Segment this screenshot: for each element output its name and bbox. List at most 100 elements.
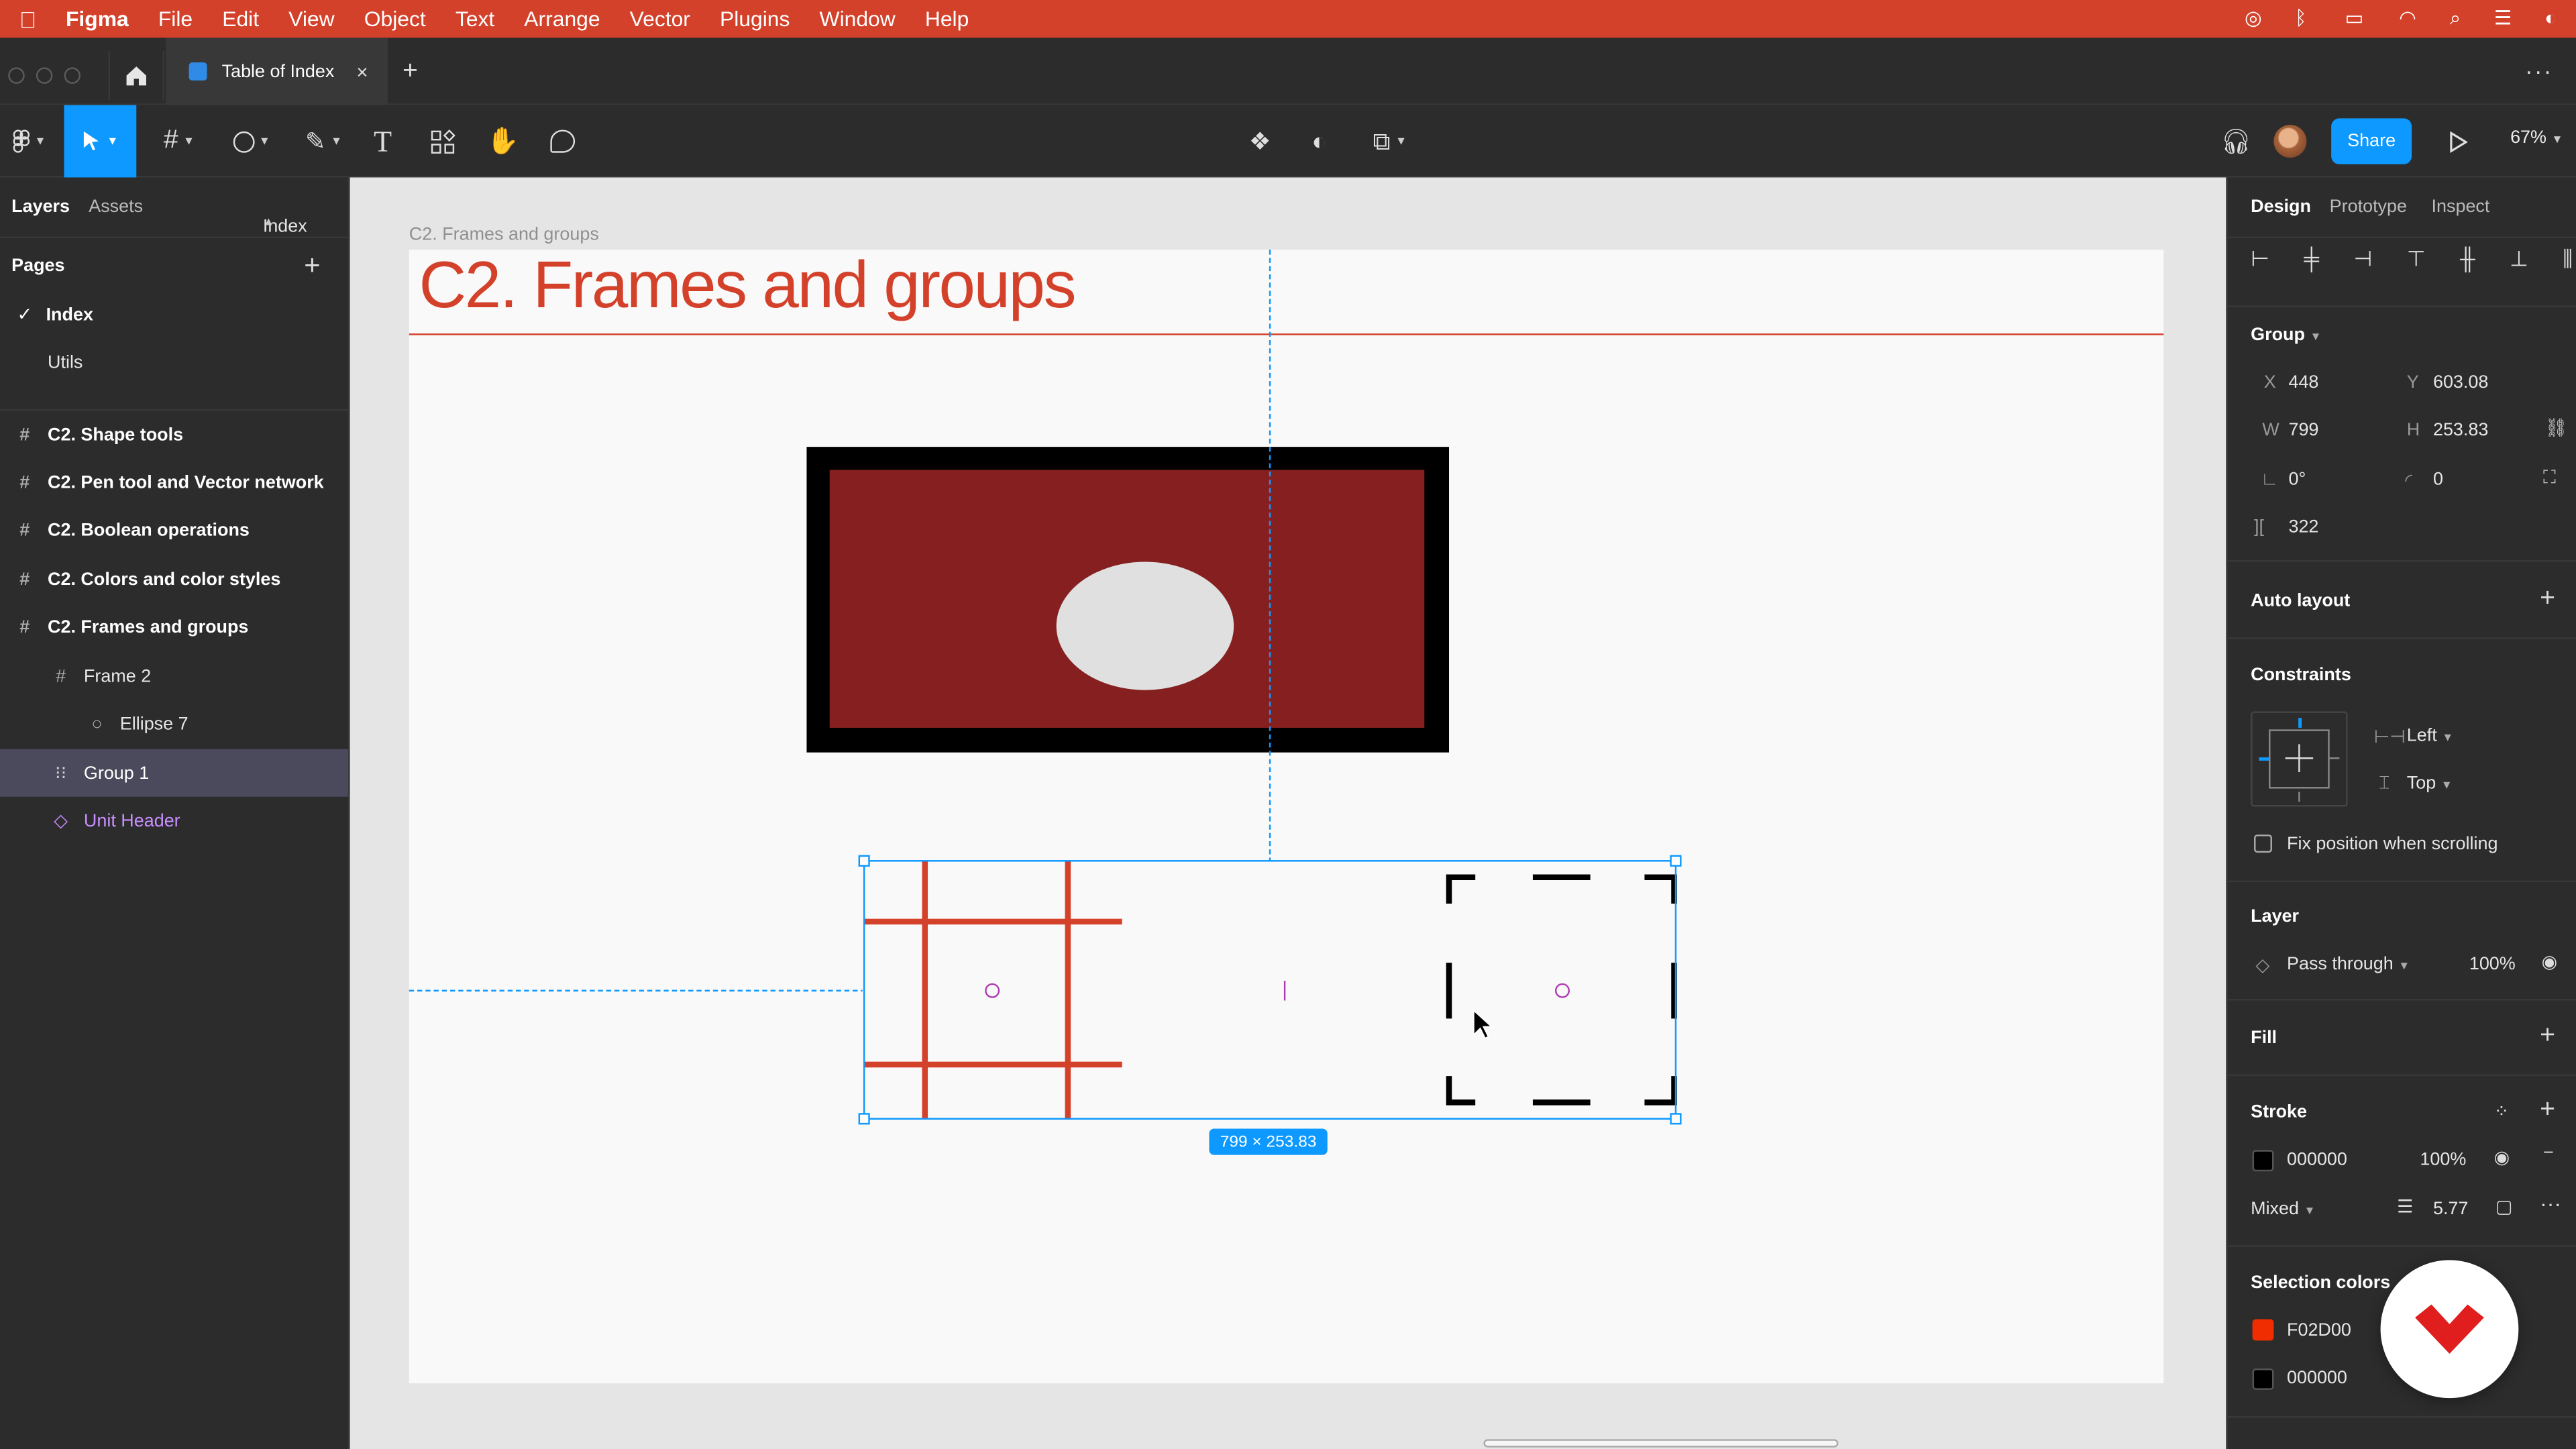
- close-window-button[interactable]: [8, 67, 25, 84]
- stroke-color-input[interactable]: 000000: [2287, 1150, 2347, 1169]
- stroke-styles-icon[interactable]: ⁘: [2494, 1101, 2510, 1122]
- spacing-input[interactable]: 322: [2288, 517, 2318, 537]
- selection-color-swatch[interactable]: [2252, 1319, 2274, 1341]
- independent-corners-icon[interactable]: ⛶: [2543, 468, 2556, 490]
- layer-item-frame-2[interactable]: # Frame 2: [0, 652, 348, 700]
- apple-menu-icon[interactable]: : [0, 6, 56, 32]
- menu-plugins[interactable]: Plugins: [705, 7, 805, 32]
- menu-view[interactable]: View: [274, 7, 350, 32]
- tab-design[interactable]: Design: [2251, 197, 2311, 217]
- home-button[interactable]: [108, 50, 164, 101]
- avatar[interactable]: [2273, 125, 2307, 158]
- shape-tool[interactable]: ▼: [220, 105, 282, 178]
- align-left-icon[interactable]: ⊢: [2251, 246, 2269, 276]
- close-tab-icon[interactable]: ×: [356, 61, 368, 84]
- menu-object[interactable]: Object: [350, 7, 441, 32]
- page-item-index[interactable]: ✓ Index: [0, 290, 348, 338]
- present-button[interactable]: [2438, 105, 2477, 178]
- blend-mode-select[interactable]: Pass through ▼: [2287, 955, 2410, 974]
- control-center-icon[interactable]: ☰: [2491, 7, 2516, 30]
- zoom-level[interactable]: 67% ▼: [2510, 128, 2563, 148]
- text-tool[interactable]: T: [365, 105, 401, 178]
- resize-handles[interactable]: [858, 855, 1682, 1125]
- frame-tool[interactable]: # ▼: [148, 105, 210, 178]
- corner-radius-input[interactable]: 0: [2433, 470, 2443, 489]
- frame-c2-frames-groups[interactable]: C2. Frames and groups: [409, 250, 2164, 1384]
- visibility-eye-icon[interactable]: ◉: [2542, 951, 2558, 972]
- menu-window[interactable]: Window: [804, 7, 910, 32]
- minimize-window-button[interactable]: [36, 67, 53, 84]
- stroke-position-select[interactable]: Mixed ▼: [2251, 1199, 2315, 1219]
- constrain-proportions-icon[interactable]: ⛓: [2545, 417, 2568, 438]
- move-tool[interactable]: ▼: [64, 105, 137, 178]
- h-input[interactable]: 253.83: [2433, 421, 2488, 440]
- selection-color-hex[interactable]: F02D00: [2287, 1321, 2351, 1340]
- resources-tool[interactable]: [422, 105, 462, 178]
- user-switch-icon[interactable]: ◐: [2538, 7, 2563, 30]
- more-options-icon[interactable]: ···: [2525, 58, 2553, 84]
- align-right-icon[interactable]: ⊣: [2353, 246, 2372, 276]
- new-tab-button[interactable]: +: [402, 58, 418, 87]
- w-input[interactable]: 799: [2288, 421, 2318, 440]
- horizontal-scrollbar[interactable]: [1483, 1439, 1839, 1448]
- group-section-header[interactable]: Group ▼: [2251, 325, 2321, 345]
- share-button[interactable]: Share: [2331, 118, 2412, 164]
- menu-help[interactable]: Help: [910, 7, 984, 32]
- page-item-utils[interactable]: Utils: [0, 338, 348, 386]
- file-tab[interactable]: Table of Index ×: [166, 38, 388, 105]
- y-input[interactable]: 603.08: [2433, 373, 2488, 392]
- tab-assets[interactable]: Assets: [89, 197, 143, 217]
- zoom-window-button[interactable]: [64, 67, 81, 84]
- frame-name-label[interactable]: C2. Frames and groups: [409, 225, 599, 245]
- align-top-icon[interactable]: ⊤: [2407, 246, 2426, 276]
- dashed-bracket-shape[interactable]: [1446, 874, 1677, 1106]
- vertical-constraint-select[interactable]: Top ▼: [2407, 773, 2453, 793]
- add-fill-button[interactable]: +: [2540, 1022, 2555, 1051]
- canvas[interactable]: C2. Frames and groups C2. Frames and gro…: [350, 177, 2226, 1449]
- bluetooth-icon[interactable]: ᛒ: [2288, 7, 2313, 30]
- boolean-ops-button[interactable]: ⧉ ▼: [1360, 105, 1419, 178]
- menu-text[interactable]: Text: [441, 7, 509, 32]
- layer-item-ellipse-7[interactable]: ○ Ellipse 7: [0, 700, 348, 747]
- layer-item-unit-header[interactable]: ◇ Unit Header: [0, 797, 348, 845]
- main-menu-button[interactable]: ▼: [3, 105, 56, 178]
- horizontal-constraint-select[interactable]: Left ▼: [2407, 726, 2453, 745]
- stroke-visibility-eye-icon[interactable]: ◉: [2494, 1146, 2510, 1168]
- tab-inspect[interactable]: Inspect: [2432, 197, 2490, 217]
- menu-vector[interactable]: Vector: [615, 7, 705, 32]
- menu-app-figma[interactable]: Figma: [56, 7, 144, 32]
- menu-file[interactable]: File: [144, 7, 207, 32]
- align-horizontal-center-icon[interactable]: ╪: [2304, 246, 2319, 276]
- advanced-stroke-icon[interactable]: ···: [2540, 1191, 2561, 1216]
- creative-cloud-icon[interactable]: ◎: [2241, 7, 2265, 30]
- menu-arrange[interactable]: Arrange: [509, 7, 614, 32]
- layer-item-boolean-operations[interactable]: # C2. Boolean operations: [0, 506, 348, 553]
- layer-item-pen-tool[interactable]: # C2. Pen tool and Vector network: [0, 458, 348, 506]
- battery-icon[interactable]: ▭: [2336, 7, 2372, 30]
- selection-color-swatch[interactable]: [2252, 1368, 2274, 1390]
- stroke-weight-input[interactable]: 5.77: [2433, 1199, 2468, 1219]
- x-input[interactable]: 448: [2288, 373, 2318, 392]
- create-component-button[interactable]: ❖: [1240, 105, 1280, 178]
- rotation-input[interactable]: 0°: [2288, 470, 2306, 489]
- pen-tool[interactable]: ✎ ▼: [292, 105, 355, 178]
- fix-position-checkbox[interactable]: [2254, 835, 2272, 853]
- layer-opacity-input[interactable]: 100%: [2469, 955, 2516, 974]
- align-vertical-center-icon[interactable]: ╫: [2460, 246, 2475, 276]
- align-bottom-icon[interactable]: ⊥: [2510, 246, 2528, 276]
- add-stroke-button[interactable]: +: [2540, 1095, 2555, 1125]
- layer-item-colors[interactable]: # C2. Colors and color styles: [0, 555, 348, 603]
- constraints-widget[interactable]: [2251, 711, 2348, 807]
- spotlight-search-icon[interactable]: ⌕: [2443, 7, 2468, 30]
- layer-item-group-1[interactable]: ⁝⁝ Group 1: [0, 749, 349, 797]
- wifi-icon[interactable]: ◠: [2396, 7, 2420, 30]
- tab-layers[interactable]: Layers: [11, 197, 70, 217]
- layer-item-shape-tools[interactable]: # C2. Shape tools: [0, 411, 348, 458]
- audio-button[interactable]: 🎧︎: [2216, 105, 2256, 178]
- comment-tool[interactable]: [542, 105, 582, 178]
- red-grid-shape[interactable]: [864, 861, 1122, 1119]
- remove-stroke-icon[interactable]: −: [2543, 1144, 2554, 1163]
- menu-edit[interactable]: Edit: [207, 7, 274, 32]
- hand-tool[interactable]: ✋: [483, 105, 523, 178]
- layer-item-frames-groups[interactable]: # C2. Frames and groups: [0, 603, 348, 651]
